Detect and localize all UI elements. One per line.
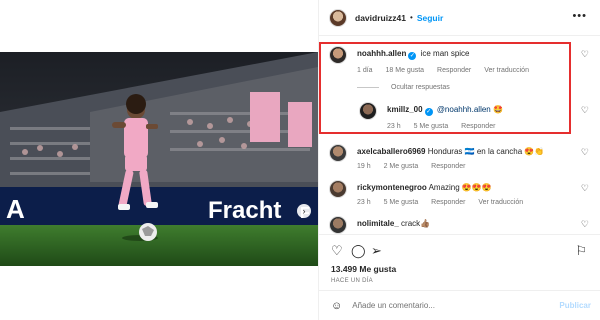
- translate-button[interactable]: Ver traducción: [478, 199, 523, 206]
- post-media-column: A Fracht F ›: [0, 0, 318, 320]
- heart-icon[interactable]: ♡: [581, 105, 589, 116]
- reply-button[interactable]: Responder: [431, 163, 465, 170]
- likes-count[interactable]: 13.499 Me gusta: [331, 264, 396, 274]
- author-avatar[interactable]: [329, 8, 347, 27]
- comment-mention[interactable]: @noahhh.allen: [437, 105, 491, 114]
- media-backdrop-bottom: [0, 266, 318, 320]
- comment-time: 23 h: [387, 123, 401, 130]
- comment-text-line: kmillz_00 ✓ @noahhh.allen 🤩: [387, 105, 577, 116]
- comment-text: Amazing 😍😍😍: [428, 183, 492, 192]
- comment-time: 1 día: [357, 67, 373, 74]
- comment-username[interactable]: rickymontenegroo: [357, 183, 427, 192]
- author-username[interactable]: davidruizz41: [355, 13, 406, 23]
- hide-replies-label[interactable]: Ocultar respuestas: [391, 84, 450, 91]
- verified-badge-icon: ✓: [424, 108, 433, 116]
- comment-text-line: axelcaballero6969 Honduras 🇭🇳 en la canc…: [357, 147, 577, 156]
- follow-button[interactable]: Seguir: [417, 13, 443, 23]
- heart-icon[interactable]: ♡: [581, 183, 589, 194]
- reply-button[interactable]: Responder: [461, 123, 495, 130]
- commenter-avatar[interactable]: [329, 180, 347, 198]
- reply-button[interactable]: Responder: [437, 67, 471, 74]
- comment-username[interactable]: kmillz_00: [387, 105, 423, 114]
- ad-board-letter: A: [6, 194, 25, 224]
- header-separator: •: [410, 13, 413, 22]
- comment-likes[interactable]: 5 Me gusta: [384, 199, 419, 206]
- heart-icon[interactable]: ♡: [581, 219, 589, 230]
- comment-username[interactable]: axelcaballero6969: [357, 147, 426, 156]
- divider: [357, 87, 379, 88]
- comment-text: 🤩: [493, 105, 503, 114]
- comment-time: 23 h: [357, 199, 371, 206]
- comment-likes[interactable]: 2 Me gusta: [384, 163, 419, 170]
- media-backdrop-top: [0, 0, 318, 52]
- comments-list[interactable]: noahhh.allen ✓ ice man spice 1 día 18 Me …: [319, 36, 600, 234]
- reply-button[interactable]: Responder: [431, 199, 465, 206]
- comment-meta: 19 h 2 Me gusta Responder: [357, 163, 577, 170]
- commenter-avatar[interactable]: [329, 216, 347, 234]
- emoji-icon[interactable]: ☺: [331, 300, 342, 312]
- comment-time: 19 h: [357, 163, 371, 170]
- heart-icon[interactable]: ♡: [581, 49, 589, 60]
- comment-username[interactable]: noahhh.allen: [357, 49, 406, 58]
- add-comment-bar: ☺ Publicar: [319, 290, 600, 320]
- commenter-avatar[interactable]: [329, 144, 347, 162]
- share-icon[interactable]: ➢: [371, 243, 382, 259]
- heart-icon[interactable]: ♡: [331, 243, 343, 259]
- comment-text-line: nolimitale_ crack👍🏽: [357, 219, 577, 228]
- posted-time: HACE UN DÍA: [331, 278, 373, 284]
- ad-board-text: Fracht: [208, 197, 281, 224]
- translate-button[interactable]: Ver traducción: [484, 67, 529, 74]
- commenter-avatar[interactable]: [359, 102, 377, 120]
- comment-input[interactable]: [352, 301, 543, 310]
- comment-meta: 1 día 18 Me gusta Responder Ver traducci…: [357, 67, 577, 74]
- comment-meta: 23 h 5 Me gusta Responder Ver traducción: [357, 199, 577, 206]
- post-photo[interactable]: A Fracht F ›: [0, 52, 318, 266]
- comment-meta: 23 h 5 Me gusta Responder: [387, 123, 577, 130]
- comment-likes[interactable]: 5 Me gusta: [414, 123, 449, 130]
- comment-text-line: rickymontenegroo Amazing 😍😍😍: [357, 183, 577, 192]
- bookmark-icon[interactable]: ⚐: [575, 243, 587, 259]
- comment-text: Honduras 🇭🇳 en la cancha 😍👏: [427, 147, 545, 156]
- comment-text: ice man spice: [420, 49, 470, 58]
- post-side-panel: davidruizz41 • Seguir ••• noahhh.allen ✓ …: [318, 0, 600, 320]
- next-slide-button[interactable]: ›: [297, 204, 311, 218]
- comment-icon[interactable]: ◯: [351, 243, 366, 259]
- post-header: davidruizz41 • Seguir •••: [319, 0, 600, 36]
- post-actions-bar: ♡ ◯ ➢ ⚐: [319, 234, 600, 264]
- heart-icon[interactable]: ♡: [581, 147, 589, 158]
- comment-username[interactable]: nolimitale_: [357, 219, 399, 228]
- chevron-right-icon: ›: [302, 206, 306, 216]
- comment-text: crack👍🏽: [401, 219, 431, 228]
- verified-badge-icon: ✓: [408, 52, 417, 60]
- commenter-avatar[interactable]: [329, 46, 347, 64]
- more-options-icon[interactable]: •••: [572, 10, 587, 22]
- soccer-player-photo: A Fracht F: [0, 52, 318, 266]
- comment-text-line: noahhh.allen ✓ ice man spice: [357, 49, 577, 60]
- hide-replies-toggle[interactable]: Ocultar respuestas: [357, 84, 450, 91]
- publish-button[interactable]: Publicar: [559, 301, 591, 310]
- comment-likes[interactable]: 18 Me gusta: [386, 67, 425, 74]
